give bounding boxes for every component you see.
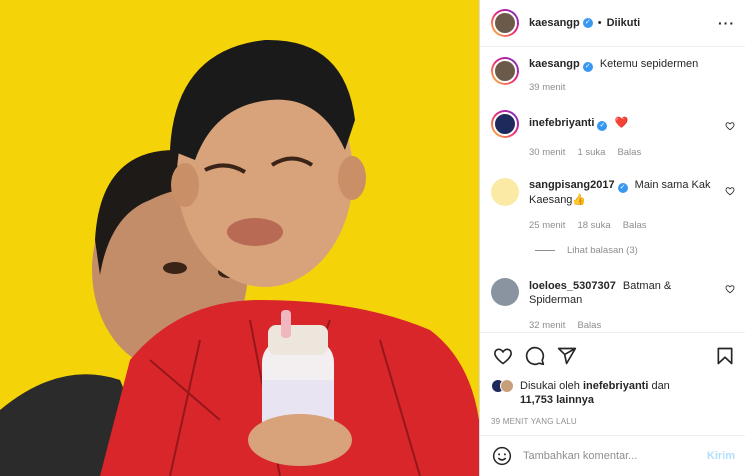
reply-button[interactable]: Balas [617, 147, 641, 158]
likes-middle: dan [648, 380, 670, 392]
comment-time: 30 menit [529, 147, 566, 158]
comment-username[interactable]: sangpisang2017 [529, 179, 615, 191]
view-replies-button[interactable]: Lihat balasan (3) [535, 245, 735, 256]
more-icon[interactable]: ··· [718, 15, 735, 31]
comment-time: 32 menit [529, 320, 566, 331]
bookmark-icon[interactable] [715, 346, 735, 366]
replies-divider [535, 250, 555, 251]
comment-input[interactable]: Tambahkan komentar... [523, 450, 707, 462]
reply-button[interactable]: Balas [623, 220, 647, 231]
caption-text: kaesangp ✓ Ketemu sepidermen [529, 57, 717, 72]
share-icon[interactable] [557, 346, 577, 366]
comments-list[interactable]: kaesangp ✓ Ketemu sepidermen 39 menit ine… [480, 47, 745, 332]
comment-text: inefebriyanti ✓ ❤️ [529, 116, 717, 131]
comment: sangpisang2017 ✓ Main sama Kak Kaesang👍 2… [491, 172, 735, 231]
comment-avatar[interactable] [491, 178, 519, 206]
heart-icon[interactable] [725, 284, 735, 294]
comment-username[interactable]: loeloes_5307307 [529, 280, 616, 292]
likes-text: Disukai oleh inefebriyanti dan 11,753 la… [520, 379, 670, 407]
comment-body: ❤️ [614, 117, 629, 129]
view-replies-label: Lihat balasan (3) [567, 245, 638, 256]
post-header: kaesangp ✓ • Diikuti ··· [480, 0, 745, 47]
emoji-icon[interactable] [492, 446, 512, 466]
comment-avatar[interactable] [491, 278, 519, 306]
comment-likes[interactable]: 18 suka [577, 220, 610, 231]
post-photo-image [0, 0, 479, 476]
separator-dot: • [597, 17, 602, 29]
follow-status-button[interactable]: Diikuti [607, 17, 641, 29]
post-side-panel: kaesangp ✓ • Diikuti ··· kaesangp ✓ Ketem… [479, 0, 745, 476]
comment: inefebriyanti ✓ ❤️ 30 menit 1 suka Balas [491, 110, 735, 158]
verified-icon: ✓ [582, 18, 593, 28]
post-actions [480, 332, 745, 379]
post-time: 39 MENIT YANG LALU [491, 417, 577, 426]
caption-avatar[interactable] [491, 57, 519, 85]
comment-likes[interactable]: 1 suka [577, 147, 605, 158]
likes-prefix: Disukai oleh [520, 380, 583, 392]
caption: kaesangp ✓ Ketemu sepidermen 39 menit [491, 57, 735, 93]
liker-avatar [500, 379, 514, 393]
heart-icon[interactable] [493, 346, 513, 366]
likes-count[interactable]: 11,753 lainnya [520, 394, 594, 406]
verified-icon: ✓ [582, 62, 593, 72]
likes-summary[interactable]: Disukai oleh inefebriyanti dan 11,753 la… [480, 379, 745, 407]
post-photo[interactable] [0, 0, 479, 476]
comment-username[interactable]: inefebriyanti [529, 117, 594, 129]
author-username[interactable]: kaesangp [529, 17, 580, 29]
instagram-post-modal: kaesangp ✓ • Diikuti ··· kaesangp ✓ Ketem… [0, 0, 745, 476]
reply-button[interactable]: Balas [577, 320, 601, 331]
post-comment-button[interactable]: Kirim [707, 450, 735, 462]
caption-time: 39 menit [529, 82, 566, 93]
caption-username[interactable]: kaesangp [529, 58, 580, 70]
comment-avatar[interactable] [491, 110, 519, 138]
heart-icon[interactable] [725, 186, 735, 196]
comment-text: loeloes_5307307 Batman & Spiderman [529, 279, 717, 307]
verified-icon: ✓ [617, 183, 628, 193]
comment-icon[interactable] [525, 346, 545, 366]
author-avatar[interactable] [491, 9, 519, 37]
add-comment-bar: Tambahkan komentar... Kirim [480, 435, 745, 476]
comment-text: sangpisang2017 ✓ Main sama Kak Kaesang👍 [529, 178, 717, 207]
heart-icon[interactable] [725, 121, 735, 131]
comment: loeloes_5307307 Batman & Spiderman 32 me… [491, 276, 735, 331]
verified-icon: ✓ [597, 121, 608, 131]
likes-user[interactable]: inefebriyanti [583, 380, 648, 392]
comment-time: 25 menit [529, 220, 566, 231]
caption-body: Ketemu sepidermen [599, 58, 699, 70]
